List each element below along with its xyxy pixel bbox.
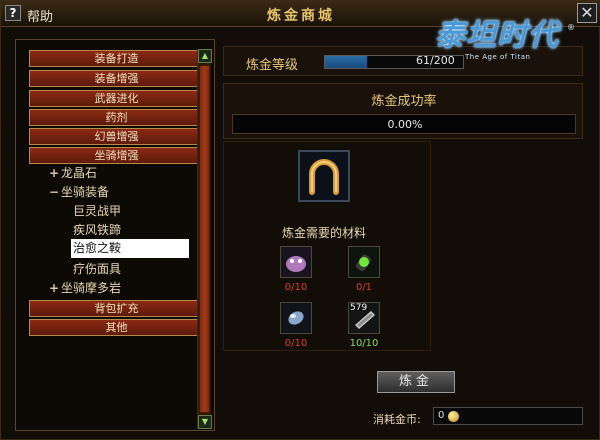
tree-item-mount-moduo[interactable]: + 坐骑摩多岩 (49, 279, 121, 297)
menu-scrollbar[interactable]: ▲ ▼ (197, 49, 212, 429)
scroll-up-button[interactable]: ▲ (198, 49, 212, 63)
materials-needed-label: 炼金需要的材料 (281, 226, 366, 240)
menu-button-equip-forge[interactable]: 装备打造 (29, 50, 204, 67)
alchemy-shop-window: ? 帮助 炼金商城 ✕ 泰坦时代 The Age of Titan ® 装备打造… (0, 0, 600, 440)
gold-cost-field: 0 (433, 407, 583, 425)
registered-mark: ® (567, 23, 575, 32)
stack-count: 579 (350, 303, 368, 313)
gold-cost-label: 消耗金币: (373, 413, 421, 426)
menu-button-potion[interactable]: 药剂 (29, 109, 204, 126)
material-count-3: 0/10 (284, 338, 308, 349)
scroll-thumb[interactable] (199, 65, 210, 413)
alchemy-button[interactable]: 炼金 (377, 371, 455, 393)
material-slot-1[interactable] (280, 246, 312, 278)
green-potion-icon (349, 247, 379, 277)
material-slot-2[interactable] (348, 246, 380, 278)
gold-coin-icon (448, 411, 459, 422)
alchemy-level-label: 炼金等级 (246, 58, 299, 73)
sub-item-giant-armor[interactable]: 巨灵战甲 (73, 202, 121, 220)
expand-icon[interactable]: + (49, 164, 61, 182)
success-rate-panel: 炼金成功率 0.00% (223, 83, 583, 139)
material-slot-4[interactable]: 579 (348, 302, 380, 334)
logo-subtitle: The Age of Titan (465, 53, 531, 61)
expand-icon[interactable]: + (49, 279, 61, 297)
menu-button-mount-enhance[interactable]: 坐骑增强 (29, 147, 204, 164)
close-button[interactable]: ✕ (577, 3, 597, 23)
tree-item-label: 坐骑装备 (61, 185, 110, 199)
sub-item-healing-mask[interactable]: 疗伤面具 (73, 260, 121, 278)
tree-item-label: 坐骑摩多岩 (61, 281, 122, 295)
sub-item-healing-saddle-selected[interactable]: 治愈之鞍 (71, 239, 189, 258)
horseshoe-icon (300, 152, 348, 200)
material-count-2: 0/1 (355, 282, 373, 293)
game-logo: 泰坦时代 The Age of Titan ® (435, 18, 575, 75)
tree-item-dragon-crystal[interactable]: + 龙晶石 (49, 164, 97, 182)
result-item-slot[interactable] (298, 150, 350, 202)
menu-button-weapon-evolve[interactable]: 武器进化 (29, 90, 204, 107)
crystal-icon (281, 303, 311, 333)
tree-item-label: 龙晶石 (61, 166, 98, 180)
material-slot-3[interactable] (280, 302, 312, 334)
menu-button-equip-enhance[interactable]: 装备增强 (29, 70, 204, 87)
crafting-area: 炼金需要的材料 0/10 0/1 0/10 579 10/10 (223, 141, 431, 351)
sub-item-wind-hoof[interactable]: 疾风铁蹄 (73, 221, 121, 239)
gold-cost-value: 0 (438, 410, 445, 421)
success-rate-bar: 0.00% (232, 114, 576, 134)
menu-button-bag-expand[interactable]: 背包扩充 (29, 300, 204, 317)
scroll-down-button[interactable]: ▼ (198, 415, 212, 429)
material-count-1: 0/10 (284, 282, 308, 293)
material-count-4: 10/10 (349, 338, 379, 349)
alchemy-level-fill (325, 56, 368, 68)
success-rate-value: 0.00% (387, 118, 423, 131)
menu-button-other[interactable]: 其他 (29, 319, 204, 336)
logo-title: 泰坦时代 (435, 18, 559, 53)
success-rate-label: 炼金成功率 (371, 94, 437, 109)
tree-item-mount-equipment[interactable]: − 坐骑装备 (49, 183, 109, 201)
menu-button-beast-enhance[interactable]: 幻兽增强 (29, 128, 204, 145)
collapse-icon[interactable]: − (49, 183, 61, 201)
creature-icon (281, 247, 311, 277)
